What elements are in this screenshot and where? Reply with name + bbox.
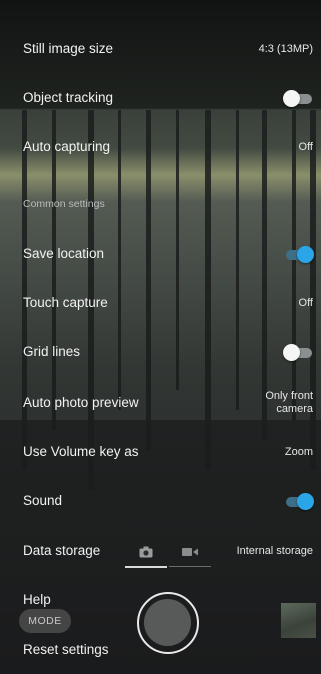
setting-auto-capturing[interactable]: Auto capturing Off bbox=[0, 122, 321, 171]
setting-value: Off bbox=[298, 140, 313, 153]
setting-label: Object tracking bbox=[23, 90, 114, 105]
setting-value: Zoom bbox=[284, 445, 313, 458]
setting-touch-capture[interactable]: Touch capture Off bbox=[0, 278, 321, 327]
toggle-knob bbox=[283, 343, 300, 361]
setting-label: Auto capturing bbox=[23, 139, 111, 154]
toggle-knob bbox=[297, 245, 314, 263]
shutter-inner bbox=[144, 599, 191, 646]
setting-label: Still image size bbox=[23, 41, 114, 56]
shutter-button[interactable] bbox=[137, 592, 199, 654]
sound-toggle[interactable] bbox=[283, 492, 314, 510]
toggle-knob bbox=[283, 89, 300, 107]
setting-grid-lines[interactable]: Grid lines bbox=[0, 327, 321, 376]
storage-video-tab[interactable] bbox=[169, 538, 211, 567]
setting-label: Data storage bbox=[23, 543, 101, 558]
setting-value-line2: camera bbox=[276, 402, 313, 415]
setting-value: Off bbox=[298, 296, 313, 309]
setting-auto-photo-preview[interactable]: Auto photo preview Only front camera bbox=[0, 378, 321, 427]
setting-volume-key[interactable]: Use Volume key as Zoom bbox=[0, 427, 321, 476]
setting-value-line1: Only front bbox=[265, 389, 313, 402]
setting-value: Only front camera bbox=[243, 390, 313, 416]
setting-label: Sound bbox=[23, 493, 63, 508]
toggle-knob bbox=[297, 492, 314, 510]
setting-label: Reset settings bbox=[23, 642, 109, 657]
video-icon bbox=[182, 548, 198, 556]
setting-label: Use Volume key as bbox=[23, 444, 139, 459]
setting-still-image-size[interactable]: Still image size 4:3 (13MP) bbox=[0, 24, 321, 73]
grid-lines-toggle[interactable] bbox=[283, 343, 313, 361]
save-location-toggle[interactable] bbox=[283, 245, 314, 263]
setting-label: Grid lines bbox=[23, 344, 81, 359]
storage-photo-tab[interactable] bbox=[125, 538, 167, 568]
setting-object-tracking[interactable]: Object tracking bbox=[0, 73, 321, 122]
object-tracking-toggle[interactable] bbox=[283, 89, 313, 107]
storage-mode-selector[interactable] bbox=[125, 538, 211, 568]
setting-value: Internal storage bbox=[236, 544, 313, 557]
setting-label: Save location bbox=[23, 246, 105, 261]
camera-icon bbox=[139, 546, 153, 558]
setting-label: Auto photo preview bbox=[23, 395, 139, 410]
section-header-common-settings: Common settings bbox=[23, 198, 105, 210]
setting-sound[interactable]: Sound bbox=[0, 476, 321, 525]
setting-value: 4:3 (13MP) bbox=[258, 42, 313, 55]
gallery-thumbnail[interactable] bbox=[281, 603, 316, 638]
setting-label: Touch capture bbox=[23, 295, 108, 310]
setting-label: Help bbox=[23, 592, 51, 607]
setting-save-location[interactable]: Save location bbox=[0, 229, 321, 278]
